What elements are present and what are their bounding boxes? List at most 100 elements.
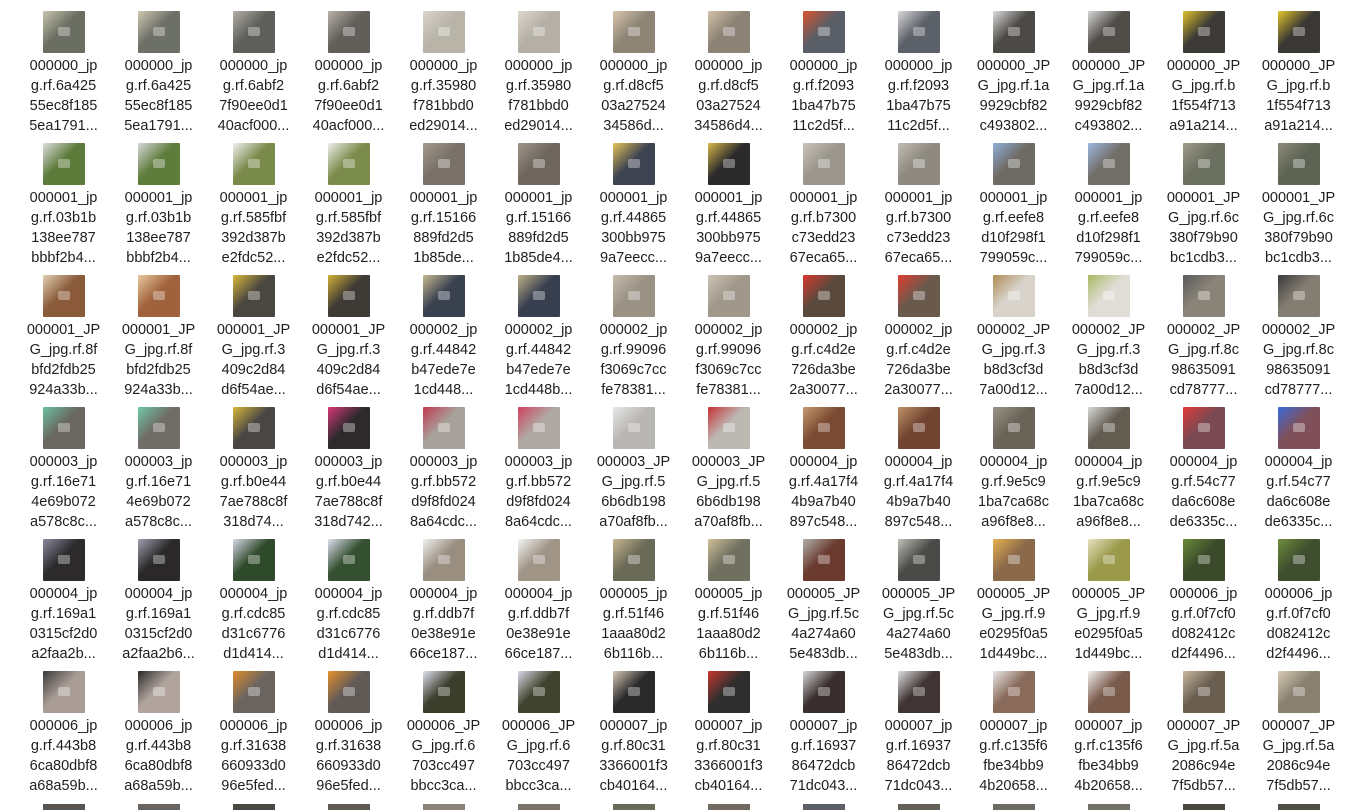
file-item[interactable]: 000001_jp g.rf.b7300 c73edd23 67eca65... [776,142,871,274]
image-thumbnail[interactable] [327,539,370,581]
image-thumbnail[interactable] [992,539,1035,581]
image-thumbnail[interactable] [137,407,180,449]
image-thumbnail[interactable] [992,671,1035,713]
file-item[interactable]: 000000_jp g.rf.d8cf5 03a27524 34586d4... [681,10,776,142]
image-thumbnail[interactable] [1182,407,1225,449]
file-item[interactable]: 000000_jp g.rf.d8cf5 03a27524 34586d... [586,10,681,142]
image-thumbnail[interactable] [1182,671,1225,713]
image-thumbnail[interactable] [612,539,655,581]
image-thumbnail[interactable] [232,275,275,317]
file-item[interactable]: 000000_JP G_jpg.rf.1a 9929cbf82 c493802... [966,10,1061,142]
image-thumbnail[interactable] [992,407,1035,449]
image-thumbnail[interactable] [897,275,940,317]
image-thumbnail[interactable] [327,671,370,713]
image-thumbnail[interactable] [1182,804,1225,810]
image-thumbnail[interactable] [232,11,275,53]
file-item[interactable]: 000002_jp g.rf.99096 f3069c7cc fe78381... [586,274,681,406]
image-thumbnail[interactable] [707,143,750,185]
file-item[interactable]: 000004_jp g.rf.54c77 da6c608e de6335c... [1156,406,1251,538]
image-thumbnail[interactable] [612,11,655,53]
image-thumbnail[interactable] [232,143,275,185]
image-thumbnail[interactable] [137,804,180,810]
image-thumbnail[interactable] [1182,143,1225,185]
image-thumbnail[interactable] [327,275,370,317]
image-thumbnail[interactable] [1087,11,1130,53]
file-item[interactable]: 000006_jp g.rf.0f7cf0 d082412c d2f4496... [1156,538,1251,670]
image-thumbnail[interactable] [897,11,940,53]
image-thumbnail[interactable] [422,143,465,185]
image-thumbnail[interactable] [992,804,1035,810]
file-item[interactable]: 000002_JP G_jpg.rf.3 b8d3cf3d 7a00d12... [966,274,1061,406]
image-thumbnail[interactable] [897,407,940,449]
file-item[interactable]: 000006_jp g.rf.31638 660933d0 96e5fed... [301,670,396,802]
image-thumbnail[interactable] [1087,275,1130,317]
file-item[interactable]: 000005_jp g.rf.51f46 1aaa80d2 6b116b... [681,538,776,670]
file-item[interactable]: 000004_jp g.rf.cdc85 d31c6776 d1d414... [301,538,396,670]
image-thumbnail[interactable] [232,804,275,810]
image-thumbnail[interactable] [802,11,845,53]
image-thumbnail[interactable] [897,143,940,185]
image-thumbnail[interactable] [327,407,370,449]
file-item-partial[interactable] [1156,804,1251,810]
image-thumbnail[interactable] [517,143,560,185]
file-item[interactable]: 000003_jp g.rf.bb572 d9f8fd024 8a64cdc... [396,406,491,538]
file-item[interactable]: 000004_jp g.rf.9e5c9 1ba7ca68c a96f8e8... [966,406,1061,538]
image-thumbnail[interactable] [1277,407,1320,449]
file-item[interactable]: 000000_jp g.rf.6a425 55ec8f185 5ea1791... [16,10,111,142]
file-item[interactable]: 000002_jp g.rf.c4d2e 726da3be 2a30077... [776,274,871,406]
file-item[interactable]: 000002_JP G_jpg.rf.8c 98635091 cd78777... [1251,274,1346,406]
image-thumbnail[interactable] [42,275,85,317]
image-thumbnail[interactable] [1277,804,1320,810]
image-thumbnail[interactable] [612,275,655,317]
image-thumbnail[interactable] [992,11,1035,53]
file-item[interactable]: 000006_jp g.rf.31638 660933d0 96e5fed... [206,670,301,802]
image-thumbnail[interactable] [992,143,1035,185]
file-item-partial[interactable] [1061,804,1156,810]
image-thumbnail[interactable] [612,407,655,449]
file-item[interactable]: 000003_JP G_jpg.rf.5 6b6db198 a70af8fb... [681,406,776,538]
image-thumbnail[interactable] [517,275,560,317]
image-thumbnail[interactable] [422,407,465,449]
image-thumbnail[interactable] [137,11,180,53]
file-item[interactable]: 000000_jp g.rf.6abf2 7f90ee0d1 40acf000... [301,10,396,142]
image-thumbnail[interactable] [1087,671,1130,713]
image-thumbnail[interactable] [802,671,845,713]
file-item[interactable]: 000001_jp g.rf.03b1b 138ee787 bbbf2b4... [16,142,111,274]
file-item[interactable]: 000001_jp g.rf.b7300 c73edd23 67eca65... [871,142,966,274]
file-item[interactable]: 000006_JP G_jpg.rf.6 703cc497 bbcc3ca... [396,670,491,802]
file-item[interactable]: 000003_JP G_jpg.rf.5 6b6db198 a70af8fb... [586,406,681,538]
image-thumbnail[interactable] [422,671,465,713]
image-thumbnail[interactable] [1277,539,1320,581]
file-item[interactable]: 000000_jp g.rf.f2093 1ba47b75 11c2d5f... [871,10,966,142]
file-item[interactable]: 000002_jp g.rf.44842 b47ede7e 1cd448b... [491,274,586,406]
image-thumbnail[interactable] [1087,407,1130,449]
image-thumbnail[interactable] [1087,804,1130,810]
file-item[interactable]: 000002_jp g.rf.c4d2e 726da3be 2a30077... [871,274,966,406]
file-item[interactable]: 000006_JP G_jpg.rf.6 703cc497 bbcc3ca... [491,670,586,802]
file-item[interactable]: 000006_jp g.rf.443b8 6ca80dbf8 a68a59b... [111,670,206,802]
file-item[interactable]: 000007_jp g.rf.80c31 3366001f3 cb40164... [586,670,681,802]
image-thumbnail[interactable] [1087,539,1130,581]
image-thumbnail[interactable] [517,407,560,449]
file-item[interactable]: 000000_JP G_jpg.rf.1a 9929cbf82 c493802... [1061,10,1156,142]
file-item-partial[interactable] [111,804,206,810]
file-item[interactable]: 000004_jp g.rf.169a1 0315cf2d0 a2faa2b6... [111,538,206,670]
image-thumbnail[interactable] [1277,671,1320,713]
file-item[interactable]: 000001_jp g.rf.eefe8 d10f298f1 799059c... [966,142,1061,274]
file-item[interactable]: 000004_jp g.rf.4a17f4 4b9a7b40 897c548... [871,406,966,538]
file-item-partial[interactable] [396,804,491,810]
file-item[interactable]: 000004_jp g.rf.9e5c9 1ba7ca68c a96f8e8... [1061,406,1156,538]
file-item[interactable]: 000003_jp g.rf.bb572 d9f8fd024 8a64cdc... [491,406,586,538]
image-thumbnail[interactable] [1087,143,1130,185]
image-thumbnail[interactable] [327,11,370,53]
image-thumbnail[interactable] [137,671,180,713]
file-item-partial[interactable] [681,804,776,810]
file-item[interactable]: 000003_jp g.rf.16e71 4e69b072 a578c8c... [16,406,111,538]
file-item[interactable]: 000000_jp g.rf.6a425 55ec8f185 5ea1791... [111,10,206,142]
file-item[interactable]: 000004_jp g.rf.ddb7f 0e38e91e 66ce187... [396,538,491,670]
image-thumbnail[interactable] [897,804,940,810]
image-thumbnail[interactable] [707,407,750,449]
image-thumbnail[interactable] [707,804,750,810]
file-item-partial[interactable] [871,804,966,810]
file-item[interactable]: 000001_jp g.rf.eefe8 d10f298f1 799059c... [1061,142,1156,274]
